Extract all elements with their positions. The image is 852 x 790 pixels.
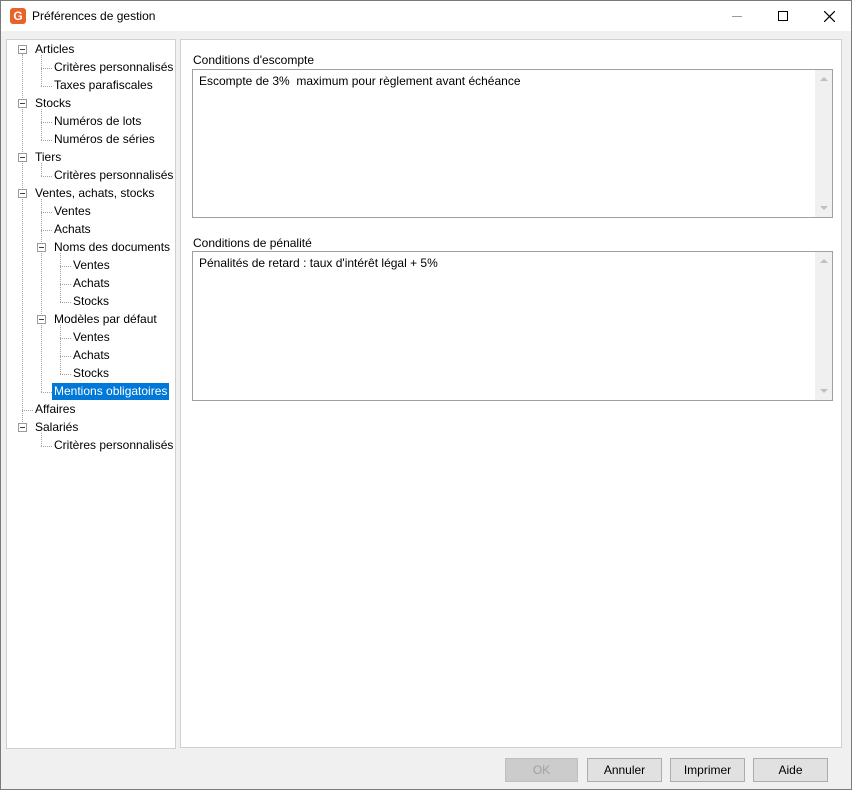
preferences-tree[interactable]: Articles Critères personnalisés Taxes pa… [6,39,176,749]
escompte-label: Conditions d'escompte [193,53,315,67]
imprimer-button[interactable]: Imprimer [670,758,745,782]
penalite-text: Pénalités de retard : taux d'intérêt lég… [199,256,438,270]
tree-item-articles[interactable]: Articles [33,41,76,58]
collapse-icon[interactable] [18,189,27,198]
tree-item-noms-ventes[interactable]: Ventes [71,257,112,274]
tree-connector [60,284,71,285]
tree-item-modeles-stocks[interactable]: Stocks [71,365,111,382]
collapse-icon[interactable] [18,153,27,162]
penalite-scrollbar[interactable] [815,252,832,400]
scroll-down-icon[interactable] [820,389,828,393]
tree-connector [60,266,71,267]
tree-item-achats[interactable]: Achats [52,221,93,238]
window-title: Préférences de gestion [32,9,156,23]
close-button[interactable] [806,1,852,31]
collapse-icon[interactable] [37,243,46,252]
tree-connector [41,446,52,447]
tree-connector [41,109,42,140]
tree-connector [41,392,52,393]
tree-item-stocks[interactable]: Stocks [33,95,73,112]
collapse-icon[interactable] [18,45,27,54]
tree-item-tiers-criteres[interactable]: Critères personnalisés [52,167,175,184]
mentions-panel: Conditions d'escompte Escompte de 3% max… [180,39,842,748]
tree-connector [41,140,52,141]
minimize-button[interactable] [714,1,760,31]
collapse-icon[interactable] [18,423,27,432]
tree-connector [60,302,71,303]
escompte-scrollbar[interactable] [815,70,832,217]
maximize-icon [778,11,788,21]
tree-connector [60,356,71,357]
tree-connector [41,86,52,87]
tree-connector [41,199,42,392]
tree-connector [60,253,61,302]
preferences-window: G Préférences de gestion Articles Critèr… [0,0,852,790]
tree-item-noms-documents[interactable]: Noms des documents [52,239,172,256]
tree-item-salaries-criteres[interactable]: Critères personnalisés [52,437,175,454]
tree-item-taxes-parafiscales[interactable]: Taxes parafiscales [52,77,155,94]
tree-item-noms-stocks[interactable]: Stocks [71,293,111,310]
minimize-icon [732,15,742,17]
tree-item-articles-criteres[interactable]: Critères personnalisés [52,59,175,76]
tree-connector [41,212,52,213]
tree-connector [60,325,61,374]
penalite-textarea[interactable]: Pénalités de retard : taux d'intérêt lég… [192,251,833,401]
tree-item-tiers[interactable]: Tiers [33,149,63,166]
close-icon [823,10,835,22]
collapse-icon[interactable] [18,99,27,108]
tree-connector [41,122,52,123]
tree-connector [41,176,52,177]
tree-item-ventes[interactable]: Ventes [52,203,93,220]
tree-item-salaries[interactable]: Salariés [33,419,80,436]
scroll-up-icon[interactable] [820,77,828,81]
annuler-button[interactable]: Annuler [587,758,662,782]
tree-connector [41,68,52,69]
maximize-button[interactable] [760,1,806,31]
tree-connector [41,230,52,231]
tree-connector [22,410,33,411]
penalite-label: Conditions de pénalité [193,236,312,250]
tree-connector [60,338,71,339]
escompte-textarea[interactable]: Escompte de 3% maximum pour règlement av… [192,69,833,218]
tree-connector [41,55,42,86]
ok-button[interactable]: OK [505,758,578,782]
tree-item-numeros-lots[interactable]: Numéros de lots [52,113,143,130]
scroll-down-icon[interactable] [820,206,828,210]
tree-item-affaires[interactable]: Affaires [33,401,77,418]
tree-item-numeros-series[interactable]: Numéros de séries [52,131,157,148]
collapse-icon[interactable] [37,315,46,324]
tree-item-modeles-ventes[interactable]: Ventes [71,329,112,346]
tree-connector [22,54,23,428]
app-logo-icon: G [10,8,26,24]
tree-item-modeles-defaut[interactable]: Modèles par défaut [52,311,159,328]
tree-item-modeles-achats[interactable]: Achats [71,347,112,364]
tree-item-mentions-obligatoires[interactable]: Mentions obligatoires [52,383,170,400]
scroll-up-icon[interactable] [820,259,828,263]
tree-item-ventes-achats-stocks[interactable]: Ventes, achats, stocks [33,185,156,202]
tree-connector [60,374,71,375]
escompte-text: Escompte de 3% maximum pour règlement av… [199,74,521,88]
aide-button[interactable]: Aide [753,758,828,782]
tree-item-noms-achats[interactable]: Achats [71,275,112,292]
title-bar: G Préférences de gestion [1,1,851,31]
